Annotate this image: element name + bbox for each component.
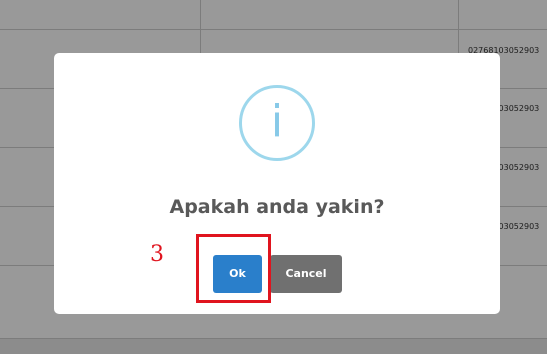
step-number: 3	[150, 242, 164, 267]
highlight-box	[196, 234, 271, 303]
page: 02768103052903 02768103052903 0276810305…	[0, 0, 547, 354]
dialog-title: Apakah anda yakin?	[169, 196, 385, 218]
info-icon-glyph: i	[270, 96, 284, 147]
cancel-button[interactable]: Cancel	[270, 255, 342, 293]
info-icon: i	[239, 85, 315, 161]
